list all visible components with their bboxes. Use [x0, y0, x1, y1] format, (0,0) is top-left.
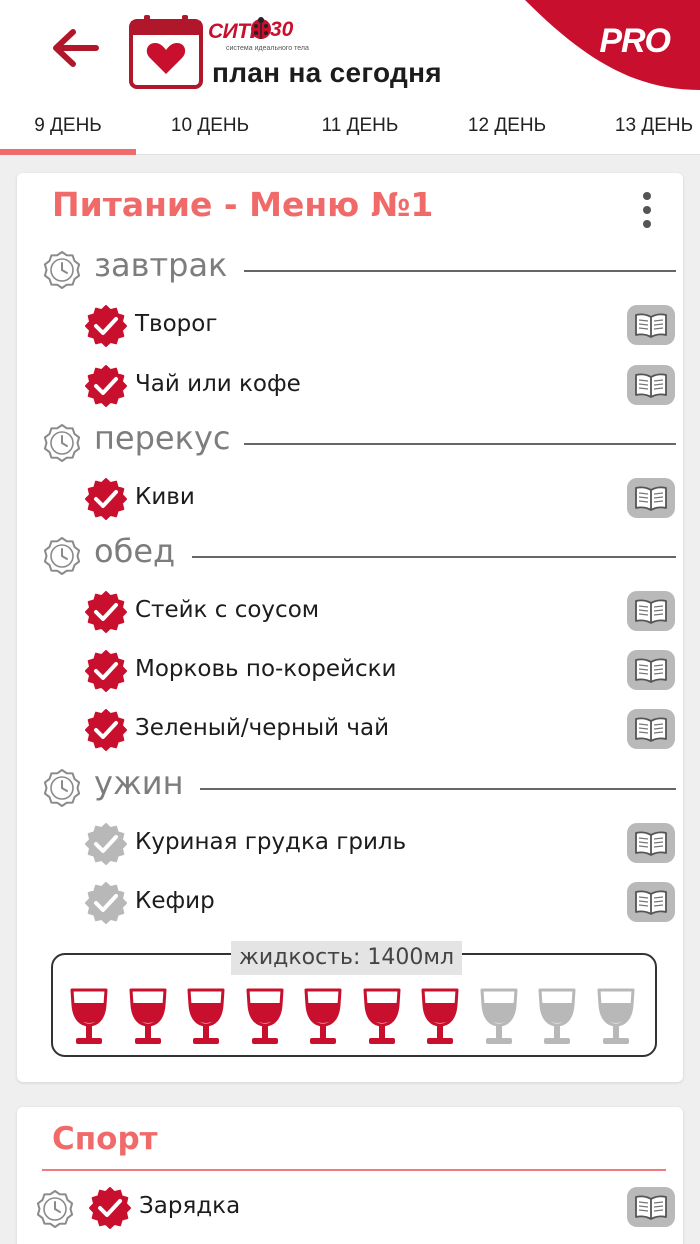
recipe-book-icon[interactable] — [627, 591, 675, 631]
nutrition-card: Питание - Меню №1 завтрак Творог Чай или… — [17, 173, 683, 1082]
water-glass-filled-icon[interactable] — [360, 987, 404, 1047]
brand-subtitle: система идеального тела — [226, 45, 309, 52]
clock-icon — [43, 251, 81, 289]
tab-day-13[interactable]: 13 ДЕНЬ — [584, 105, 700, 155]
brand-logo: СИТИ 30 система идеального тела — [208, 14, 318, 54]
menu-item: Зеленый/черный чай — [85, 709, 675, 753]
water-glass-filled-icon[interactable] — [418, 987, 462, 1047]
menu-item: Чай или кофе — [85, 365, 675, 409]
sport-item-label: Зарядка — [139, 1193, 241, 1219]
recipe-book-icon[interactable] — [627, 1187, 675, 1227]
recipe-book-icon[interactable] — [627, 478, 675, 518]
water-glass-empty-icon[interactable] — [477, 987, 521, 1047]
meal-header-breakfast: завтрак — [42, 246, 676, 290]
pro-badge[interactable]: PRO — [599, 22, 671, 61]
check-badge-icon[interactable] — [85, 591, 127, 633]
menu-item: Киви — [85, 478, 675, 522]
menu-item-label: Чай или кофе — [135, 371, 301, 397]
recipe-book-icon[interactable] — [627, 882, 675, 922]
check-badge-icon[interactable] — [89, 1187, 131, 1229]
tab-day-12[interactable]: 12 ДЕНЬ — [437, 105, 577, 155]
meal-title: ужин — [94, 764, 184, 802]
recipe-book-icon[interactable] — [627, 305, 675, 345]
water-glass-filled-icon[interactable] — [126, 987, 170, 1047]
recipe-book-icon[interactable] — [627, 650, 675, 690]
tab-day-11[interactable]: 11 ДЕНЬ — [290, 105, 430, 155]
menu-item: Стейк с соусом — [85, 591, 675, 635]
check-badge-icon[interactable] — [85, 709, 127, 751]
menu-item-label: Киви — [135, 484, 195, 510]
water-glass-filled-icon[interactable] — [301, 987, 345, 1047]
menu-item-label: Стейк с соусом — [135, 597, 320, 623]
sport-item: Зарядка — [89, 1187, 675, 1231]
menu-item-label: Куриная грудка гриль — [135, 829, 407, 855]
check-badge-icon[interactable] — [85, 882, 127, 924]
meal-header-snack: перекус — [42, 419, 676, 463]
menu-item: Творог — [85, 305, 675, 349]
water-glass-filled-icon[interactable] — [67, 987, 111, 1047]
meal-header-dinner: ужин — [42, 764, 676, 808]
calendar-heart-icon — [128, 14, 204, 90]
recipe-book-icon[interactable] — [627, 365, 675, 405]
meal-title: обед — [94, 532, 176, 570]
clock-icon — [43, 537, 81, 575]
menu-item-label: Кефир — [135, 888, 215, 914]
menu-item: Куриная грудка гриль — [85, 823, 675, 867]
more-options-icon[interactable] — [635, 190, 659, 230]
check-badge-icon[interactable] — [85, 823, 127, 865]
check-badge-icon[interactable] — [85, 478, 127, 520]
water-glass-empty-icon[interactable] — [594, 987, 638, 1047]
sport-divider — [42, 1169, 666, 1171]
clock-icon — [43, 769, 81, 807]
back-arrow-icon[interactable] — [50, 24, 102, 72]
liquid-tracker: жидкость: 1400мл — [51, 941, 657, 1057]
meal-divider — [244, 443, 676, 445]
day-tabs: 9 ДЕНЬ 10 ДЕНЬ 11 ДЕНЬ 12 ДЕНЬ 13 ДЕНЬ — [0, 105, 700, 155]
clock-icon — [43, 424, 81, 462]
menu-item-label: Морковь по-корейски — [135, 656, 397, 682]
sport-title: Спорт — [52, 1121, 158, 1157]
menu-item-label: Зеленый/черный чай — [135, 715, 390, 741]
recipe-book-icon[interactable] — [627, 709, 675, 749]
sport-card: Спорт Зарядка — [17, 1107, 683, 1244]
tab-day-10[interactable]: 10 ДЕНЬ — [140, 105, 280, 155]
meal-divider — [200, 788, 676, 790]
check-badge-icon[interactable] — [85, 365, 127, 407]
tab-day-9[interactable]: 9 ДЕНЬ — [0, 105, 136, 155]
meal-divider — [192, 556, 676, 558]
page-title: план на сегодня — [212, 57, 442, 88]
liquid-label: жидкость: 1400мл — [231, 941, 463, 975]
water-glass-empty-icon[interactable] — [535, 987, 579, 1047]
check-badge-icon[interactable] — [85, 650, 127, 692]
water-glass-filled-icon[interactable] — [184, 987, 228, 1047]
app-header: СИТИ 30 система идеального тела план на … — [0, 0, 700, 105]
meal-title: перекус — [94, 419, 231, 457]
meal-divider — [244, 270, 676, 272]
menu-item: Морковь по-корейски — [85, 650, 675, 694]
menu-item-label: Творог — [135, 311, 218, 337]
clock-icon — [36, 1190, 74, 1228]
check-badge-icon[interactable] — [85, 305, 127, 347]
brand-number: 30 — [270, 18, 294, 41]
meal-title: завтрак — [94, 246, 228, 284]
menu-item: Кефир — [85, 882, 675, 926]
nutrition-title: Питание - Меню №1 — [52, 185, 434, 224]
recipe-book-icon[interactable] — [627, 823, 675, 863]
meal-header-lunch: обед — [42, 532, 676, 576]
water-glass-filled-icon[interactable] — [243, 987, 287, 1047]
